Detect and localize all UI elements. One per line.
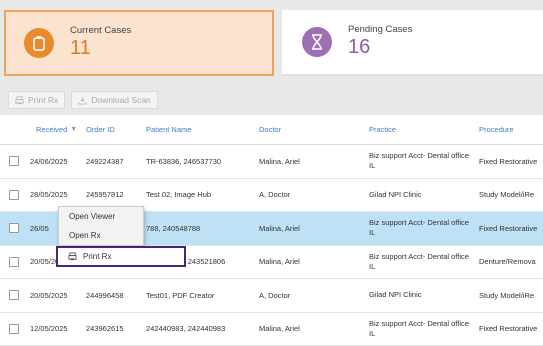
cell-procedure: Fixed Restorative (479, 223, 538, 233)
cell-doctor: A, Doctor (259, 290, 291, 300)
print-rx-menu-label: Print Rx (83, 252, 112, 261)
header-procedure[interactable]: Procedure (479, 125, 543, 134)
row-checkbox[interactable] (9, 323, 19, 334)
current-cases-count: 11 (70, 36, 91, 59)
header-patient-name[interactable]: Patient Name (146, 125, 259, 134)
table-row[interactable]: 12/05/2025 243962615 242440983, 24244098… (0, 313, 543, 346)
header-doctor[interactable]: Doctor (259, 125, 369, 134)
header-order-id[interactable]: Order ID (86, 125, 146, 134)
menu-item-print-rx[interactable]: Print Rx (56, 246, 186, 267)
menu-item-open-rx[interactable]: Open Rx (59, 226, 143, 245)
cell-practice: Biz support Acct- Dental office IL (369, 151, 469, 171)
pending-cases-count: 16 (348, 35, 371, 58)
pending-cases-card[interactable]: Pending Cases 16 (282, 10, 543, 76)
cell-patient: 788, 240548788 (146, 223, 201, 233)
cell-order-id: 249224387 (86, 156, 124, 166)
pending-cases-label: Pending Cases (348, 23, 413, 35)
cell-order-id: 245957812 (86, 190, 124, 200)
cell-procedure: Fixed Restorative (479, 156, 538, 166)
print-icon (68, 252, 77, 261)
header-practice[interactable]: Practice (369, 125, 479, 135)
row-checkbox[interactable] (9, 290, 19, 301)
toolbar: Print Rx Download Scan (0, 88, 543, 112)
case-summary-cards: Current Cases 11 Pending Cases 16 (0, 10, 543, 80)
cell-received: 12/05/2025 (30, 324, 68, 334)
cell-practice: Biz support Acct- Dental office IL (369, 318, 469, 338)
menu-item-open-viewer[interactable]: Open Viewer (59, 207, 143, 226)
cell-practice: Gilad NPI Clinic (369, 290, 422, 300)
print-rx-button[interactable]: Print Rx (8, 91, 66, 109)
row-checkbox[interactable] (9, 189, 19, 200)
print-rx-label: Print Rx (28, 95, 59, 105)
cell-procedure: Denture/Remova (479, 257, 536, 267)
table-row[interactable]: 20/05/2025 244996458 Test01, PDF Creator… (0, 279, 543, 313)
cell-order-id: 244996458 (86, 290, 124, 300)
cell-practice: Biz support Acct- Dental office IL (369, 251, 469, 271)
download-scan-label: Download Scan (91, 95, 151, 105)
download-scan-button[interactable]: Download Scan (71, 91, 158, 109)
print-icon (15, 95, 24, 104)
cell-received: 20/05/2025 (30, 290, 68, 300)
current-cases-card[interactable]: Current Cases 11 (4, 10, 274, 76)
cell-doctor: Malina, Ariel (259, 223, 300, 233)
cell-practice: Gilad NPI Clinic (369, 189, 422, 199)
cell-doctor: Malina, Ariel (259, 324, 300, 334)
table-row[interactable]: 24/06/2025 249224387 TR-63836, 246537730… (0, 145, 543, 179)
download-icon (78, 96, 87, 105)
row-checkbox[interactable] (9, 223, 19, 234)
current-cases-label: Current Cases (70, 24, 132, 36)
cell-doctor: A, Doctor (259, 190, 291, 200)
hourglass-icon (302, 27, 332, 57)
cell-patient: TR-63836, 246537730 (146, 156, 222, 166)
cell-order-id: 243962615 (86, 324, 124, 334)
cell-doctor: Malina, Ariel (259, 257, 300, 267)
cell-doctor: Malina, Ariel (259, 156, 300, 166)
table-header: Received ▼ Order ID Patient Name Doctor P… (0, 115, 543, 145)
row-checkbox[interactable] (9, 256, 19, 267)
context-menu: Open Viewer Open Rx (58, 206, 144, 246)
row-checkbox[interactable] (9, 156, 19, 167)
cell-patient: Test 02, Image Hub (146, 190, 212, 200)
cell-patient: 242440983, 242440983 (146, 324, 226, 334)
cell-procedure: Fixed Restorative (479, 324, 538, 334)
cell-practice: Biz support Acct- Dental office IL (369, 218, 469, 238)
cell-procedure: Study Model/iRe (479, 290, 535, 300)
cell-procedure: Study Model/iRe (479, 190, 535, 200)
cell-patient: Test01, PDF Creator (146, 290, 215, 300)
header-received[interactable]: Received ▼ (30, 125, 86, 134)
sort-desc-icon: ▼ (70, 126, 78, 133)
clipboard-icon (24, 28, 54, 58)
cell-received: 24/06/2025 (30, 156, 68, 166)
cell-received: 28/05/2025 (30, 190, 68, 200)
